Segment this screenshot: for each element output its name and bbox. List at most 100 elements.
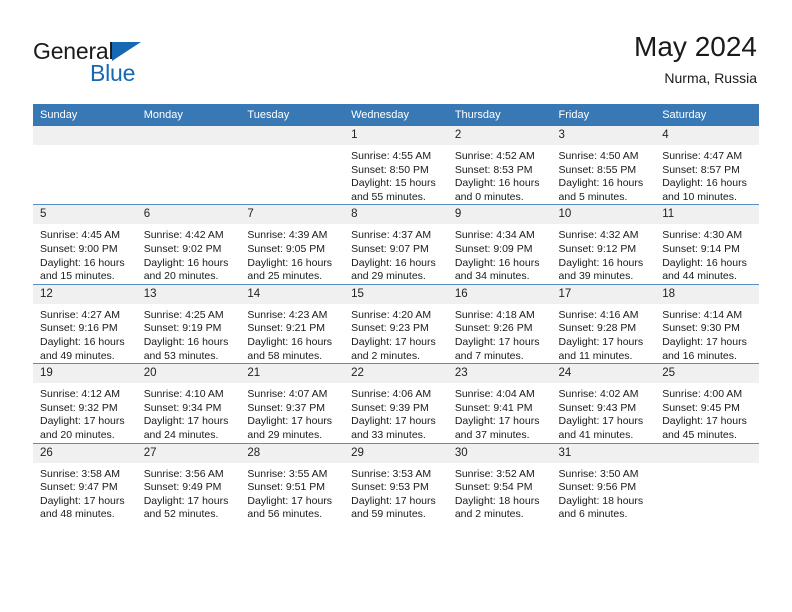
calendar-day-cell[interactable]: 17 Sunrise: 4:16 AM Sunset: 9:28 PM Dayligh… <box>551 283 656 364</box>
day-detail-line: Sunrise: 4:10 AM <box>143 388 224 401</box>
day-detail-line: and 52 minutes. <box>143 508 219 521</box>
brand-name-blue: Blue <box>90 60 136 86</box>
day-details: Sunrise: 4:14 AM Sunset: 9:30 PM Daylight:… <box>655 304 759 363</box>
day-detail-line: Daylight: 17 hours <box>558 415 644 428</box>
day-number: 10 <box>551 205 656 225</box>
day-detail-line: Sunrise: 4:25 AM <box>143 308 224 321</box>
day-number: 9 <box>447 205 552 225</box>
calendar-day-cell[interactable]: 20 Sunrise: 4:10 AM Sunset: 9:34 PM Dayligh… <box>136 363 241 443</box>
calendar-day-cell[interactable]: 8 Sunrise: 4:37 AM Sunset: 9:07 PM Daylight… <box>344 204 448 285</box>
day-details: Sunrise: 3:53 AM Sunset: 9:53 PM Daylight:… <box>344 463 448 522</box>
day-detail-line: Daylight: 16 hours <box>247 335 333 348</box>
day-detail-line: Daylight: 16 hours <box>143 335 229 348</box>
calendar-day-cell[interactable]: 21 Sunrise: 4:07 AM Sunset: 9:37 PM Dayligh… <box>240 363 345 443</box>
day-detail-line: Sunset: 9:41 PM <box>454 401 533 414</box>
calendar-header-row: Sunday Monday Tuesday Wednesday Thursday Frid… <box>33 104 759 126</box>
day-detail-line: Sunrise: 4:00 AM <box>662 388 743 401</box>
day-detail-line: Sunset: 9:53 PM <box>351 481 429 494</box>
calendar-day-cell[interactable]: 18 Sunrise: 4:14 AM Sunset: 9:30 PM Dayligh… <box>655 283 759 364</box>
day-detail-line: Daylight: 18 hours <box>454 494 540 507</box>
calendar-day-cell[interactable]: 2 Sunrise: 4:52 AM Sunset: 8:53 PM Daylight… <box>447 126 552 205</box>
day-detail-line: Daylight: 17 hours <box>558 335 644 348</box>
weekday-header-wednesday: Wednesday <box>344 104 448 126</box>
calendar-day-cell[interactable]: 13 Sunrise: 4:25 AM Sunset: 9:19 PM Dayligh… <box>136 283 241 364</box>
day-detail-line: Sunset: 9:21 PM <box>247 322 326 335</box>
day-detail-line: and 37 minutes. <box>454 428 530 441</box>
calendar-day-cell[interactable]: 27 Sunrise: 3:56 AM Sunset: 9:49 PM Dayligh… <box>136 442 241 522</box>
day-detail-line: Sunrise: 4:34 AM <box>454 229 535 242</box>
day-detail-line: and 16 minutes. <box>662 349 737 362</box>
day-detail-line: Daylight: 16 hours <box>454 177 540 190</box>
day-detail-line: Daylight: 16 hours <box>351 256 436 269</box>
day-detail-line: Sunset: 9:02 PM <box>143 242 222 255</box>
day-detail-line: Sunset: 9:14 PM <box>662 242 740 255</box>
calendar-day-cell[interactable]: 3 Sunrise: 4:50 AM Sunset: 8:55 PM Daylight… <box>551 126 656 205</box>
day-detail-line: Sunset: 9:19 PM <box>143 322 222 335</box>
calendar-day-cell[interactable]: 28 Sunrise: 3:55 AM Sunset: 9:51 PM Dayligh… <box>240 442 345 522</box>
calendar-week-row: 1 Sunrise: 4:55 AM Sunset: 8:50 PM Daylight… <box>33 126 759 205</box>
day-detail-line: Sunset: 9:32 PM <box>40 401 118 414</box>
calendar-day-cell[interactable]: 19 Sunrise: 4:12 AM Sunset: 9:32 PM Dayligh… <box>33 363 137 443</box>
calendar-week-row: 5 Sunrise: 4:45 AM Sunset: 9:00 PM Daylight… <box>33 204 759 285</box>
calendar-day-cell[interactable]: 26 Sunrise: 3:58 AM Sunset: 9:47 PM Dayligh… <box>33 442 137 522</box>
day-number: 14 <box>240 284 345 304</box>
calendar-day-cell[interactable]: 24 Sunrise: 4:02 AM Sunset: 9:43 PM Dayligh… <box>551 363 656 443</box>
day-detail-line: Sunset: 8:57 PM <box>662 163 740 176</box>
calendar-week-row: 19 Sunrise: 4:12 AM Sunset: 9:32 PM Dayligh… <box>33 363 759 443</box>
calendar-day-cell[interactable]: 22 Sunrise: 4:06 AM Sunset: 9:39 PM Dayligh… <box>344 363 448 443</box>
day-details: Sunrise: 4:16 AM Sunset: 9:28 PM Daylight:… <box>552 304 656 363</box>
day-details <box>33 145 137 150</box>
brand-logo[interactable]: General Blue <box>33 38 253 90</box>
day-details: Sunrise: 4:50 AM Sunset: 8:55 PM Daylight:… <box>552 145 656 204</box>
day-detail-line: Daylight: 16 hours <box>40 335 125 348</box>
calendar-day-cell[interactable]: 25 Sunrise: 4:00 AM Sunset: 9:45 PM Dayligh… <box>655 363 759 443</box>
calendar-day-cell[interactable]: 11 Sunrise: 4:30 AM Sunset: 9:14 PM Dayligh… <box>655 204 759 285</box>
calendar-day-cell[interactable]: 6 Sunrise: 4:42 AM Sunset: 9:02 PM Daylight… <box>136 204 241 285</box>
calendar-day-cell[interactable]: 12 Sunrise: 4:27 AM Sunset: 9:16 PM Dayligh… <box>33 283 137 364</box>
day-detail-line: and 20 minutes. <box>143 270 219 283</box>
calendar-day-cell[interactable]: 10 Sunrise: 4:32 AM Sunset: 9:12 PM Dayligh… <box>551 204 656 285</box>
day-detail-line: Sunset: 9:09 PM <box>454 242 533 255</box>
day-detail-line: Daylight: 17 hours <box>143 415 229 428</box>
day-detail-line: Daylight: 16 hours <box>247 256 333 269</box>
day-detail-line: Sunrise: 4:45 AM <box>40 229 120 242</box>
calendar-day-cell[interactable]: 7 Sunrise: 4:39 AM Sunset: 9:05 PM Daylight… <box>240 204 345 285</box>
calendar-day-cell[interactable]: 4 Sunrise: 4:47 AM Sunset: 8:57 PM Daylight… <box>655 126 759 205</box>
calendar-day-cell[interactable]: 23 Sunrise: 4:04 AM Sunset: 9:41 PM Dayligh… <box>447 363 552 443</box>
weekday-header-sunday: Sunday <box>33 104 137 126</box>
day-detail-line: and 29 minutes. <box>247 428 323 441</box>
calendar-day-cell[interactable]: 16 Sunrise: 4:18 AM Sunset: 9:26 PM Dayligh… <box>447 283 552 364</box>
weekday-header-monday: Monday <box>136 104 241 126</box>
day-details: Sunrise: 4:18 AM Sunset: 9:26 PM Daylight:… <box>448 304 552 363</box>
calendar-day-cell[interactable]: 29 Sunrise: 3:53 AM Sunset: 9:53 PM Dayligh… <box>344 442 448 522</box>
title-block: May 2024 Nurma, Russia <box>634 30 757 88</box>
day-detail-line: Sunrise: 4:16 AM <box>558 308 639 321</box>
day-number: 19 <box>33 364 137 384</box>
day-detail-line: Sunset: 9:00 PM <box>40 242 118 255</box>
calendar-day-cell[interactable]: 5 Sunrise: 4:45 AM Sunset: 9:00 PM Daylight… <box>33 204 137 285</box>
day-number: 13 <box>136 284 241 304</box>
calendar-day-cell[interactable]: 15 Sunrise: 4:20 AM Sunset: 9:23 PM Dayligh… <box>344 283 448 364</box>
day-details: Sunrise: 4:23 AM Sunset: 9:21 PM Daylight:… <box>240 304 344 363</box>
day-detail-line: Sunrise: 4:32 AM <box>558 229 639 242</box>
day-detail-line: Daylight: 16 hours <box>558 256 644 269</box>
day-number: 22 <box>344 364 448 384</box>
day-details: Sunrise: 4:12 AM Sunset: 9:32 PM Daylight:… <box>33 383 137 442</box>
day-detail-line: and 53 minutes. <box>143 349 219 362</box>
day-detail-line: Daylight: 17 hours <box>143 494 229 507</box>
day-number: 28 <box>240 443 345 463</box>
day-detail-line: Sunset: 9:16 PM <box>40 322 118 335</box>
calendar-day-cell[interactable]: 31 Sunrise: 3:50 AM Sunset: 9:56 PM Dayligh… <box>551 442 656 522</box>
day-detail-line: Sunrise: 4:47 AM <box>662 150 743 162</box>
day-number: 3 <box>551 126 656 145</box>
day-details: Sunrise: 4:30 AM Sunset: 9:14 PM Daylight:… <box>655 224 759 283</box>
day-details <box>655 463 759 468</box>
calendar-day-cell[interactable]: 14 Sunrise: 4:23 AM Sunset: 9:21 PM Dayligh… <box>240 283 345 364</box>
calendar-day-cell[interactable]: 30 Sunrise: 3:52 AM Sunset: 9:54 PM Dayligh… <box>447 442 552 522</box>
day-detail-line: Sunrise: 3:55 AM <box>247 467 328 480</box>
calendar-day-cell[interactable]: 1 Sunrise: 4:55 AM Sunset: 8:50 PM Daylight… <box>344 126 448 205</box>
calendar-day-cell[interactable]: 9 Sunrise: 4:34 AM Sunset: 9:09 PM Daylight… <box>447 204 552 285</box>
day-detail-line: Daylight: 16 hours <box>558 177 644 190</box>
day-detail-line: Sunset: 9:23 PM <box>351 322 429 335</box>
day-number: 17 <box>551 284 656 304</box>
